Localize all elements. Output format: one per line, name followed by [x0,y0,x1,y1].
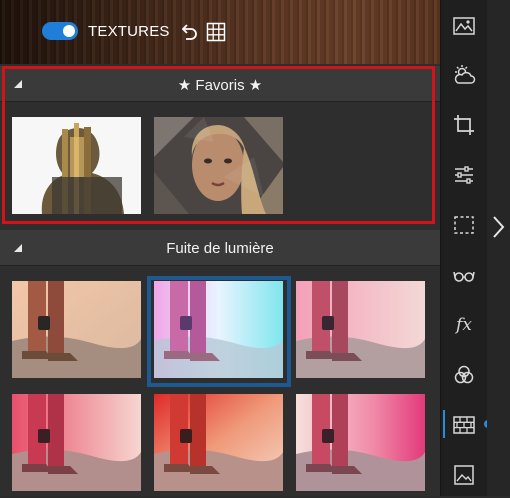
grid-icon[interactable] [206,22,226,42]
textures-header: TEXTURES [0,0,440,64]
fx-label: fx [456,315,472,335]
light-leak-title: Fuite de lumière [166,240,274,257]
selection-marquee-icon[interactable] [441,202,487,248]
light-leak-thumb[interactable] [154,394,283,491]
favorite-thumb-geometric-portrait[interactable] [154,117,283,214]
image-frame-icon[interactable] [441,452,487,498]
light-leak-thumb[interactable] [296,394,425,491]
light-leak-thumb-selected[interactable] [154,281,283,378]
side-strip [487,0,510,496]
chevron-right-icon[interactable] [490,214,506,240]
crop-icon[interactable] [441,102,487,148]
textures-title: TEXTURES [88,23,170,40]
light-leak-thumb[interactable] [296,281,425,378]
glasses-icon[interactable] [441,252,487,298]
toggle-knob [63,25,75,37]
tools-sidebar: fx [440,0,492,498]
color-circles-icon[interactable] [441,352,487,398]
light-leak-section-header[interactable]: Fuite de lumière [0,230,440,266]
weather-sun-cloud-icon[interactable] [441,52,487,98]
textures-toggle[interactable] [42,22,78,40]
light-leak-thumb[interactable] [12,394,141,491]
active-tool-indicator [443,410,445,438]
adjust-sliders-icon[interactable] [441,152,487,198]
filters-panel: TEXTURES ★ Favoris ★ Fuite de lumière [0,0,440,496]
light-leak-thumb[interactable] [12,281,141,378]
undo-icon[interactable] [178,21,200,43]
texture-brick-icon[interactable] [441,402,487,448]
landscape-photo-icon[interactable] [441,3,487,49]
favorite-thumb-double-exposure[interactable] [12,117,141,214]
favorites-section-header[interactable]: ★ Favoris ★ [0,66,440,102]
favorites-title: ★ Favoris ★ [177,77,263,94]
fx-icon[interactable]: fx [441,302,487,348]
